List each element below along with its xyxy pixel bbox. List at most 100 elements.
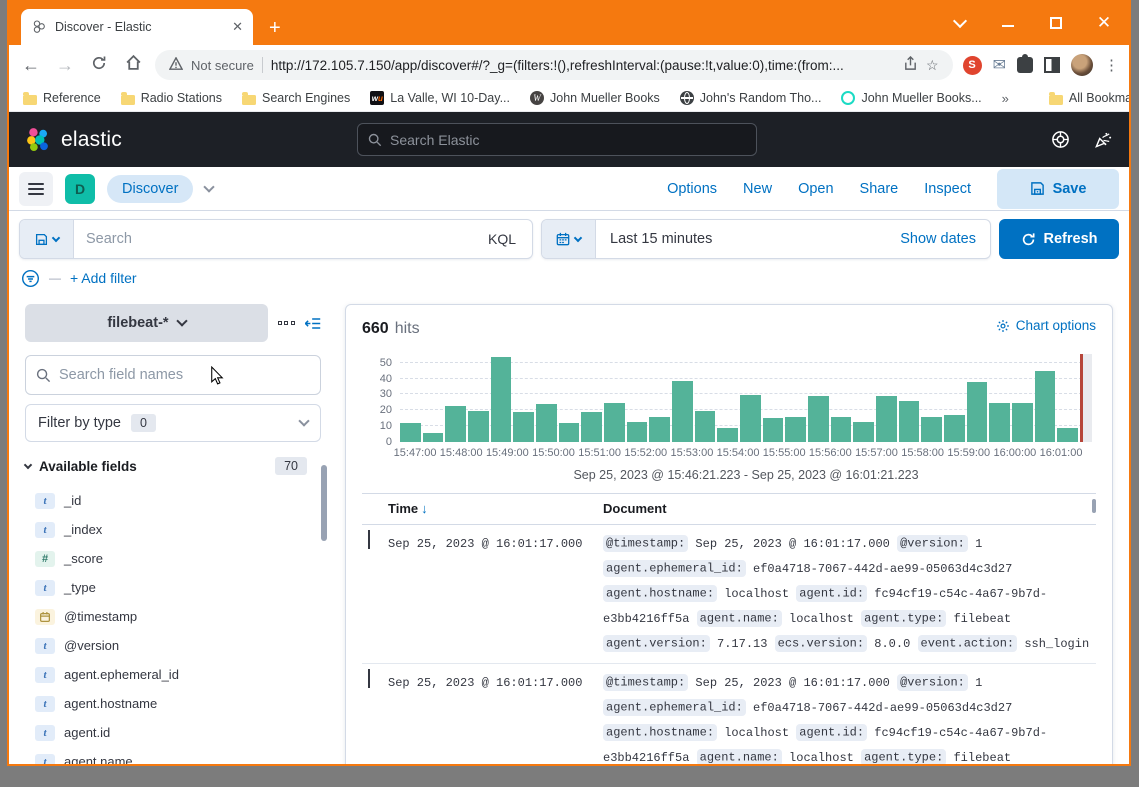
sidebar-scrollbar[interactable] [321,465,327,541]
bookmark-item[interactable]: John's Random Tho... [680,91,822,105]
extension-s-icon[interactable]: S [963,56,982,75]
new-tab-button[interactable]: + [269,18,281,38]
table-scrollbar[interactable] [1092,499,1096,513]
tab-close-icon[interactable]: ✕ [232,19,243,35]
bookmark-star-icon[interactable]: ☆ [926,57,939,74]
nav-link-share[interactable]: Share [860,181,899,197]
reload-icon[interactable] [87,55,111,76]
available-fields-header[interactable]: Available fields 70 [25,457,321,475]
bookmark-item[interactable]: Reference [23,91,101,105]
show-dates-button[interactable]: Show dates [886,220,990,258]
share-icon[interactable] [903,56,918,74]
breadcrumb[interactable]: Discover [107,175,193,203]
doc-field-name: @timestamp: [603,535,688,552]
minimize-icon[interactable] [1002,19,1014,27]
url-bar[interactable]: Not secure http://172.105.7.150/app/disc… [155,50,953,80]
search-input[interactable] [74,220,472,258]
field-type-string-icon: t [35,638,55,654]
index-pattern-label: filebeat-* [107,315,168,331]
bookmark-item[interactable]: John Mueller Books... [841,91,981,105]
extensions-puzzle-icon[interactable] [1017,57,1033,73]
close-icon[interactable]: ✕ [1097,16,1111,30]
godaddy-icon [841,91,855,105]
field-item[interactable]: tagent.id [25,718,321,747]
doc-field-value: localhost [724,587,789,601]
browser-tab[interactable]: Discover - Elastic ✕ [21,9,253,45]
bookmark-item[interactable]: WJohn Mueller Books [530,91,660,105]
bookmarks-overflow-icon[interactable]: » [1002,91,1009,106]
search-icon [36,368,51,383]
bookmark-item[interactable]: Search Engines [242,91,350,105]
table-row[interactable]: Sep 25, 2023 @ 16:01:17.000@timestamp: S… [362,525,1096,664]
help-life-ring-icon[interactable] [1051,130,1070,149]
field-settings-icon[interactable] [278,321,295,325]
time-range-value[interactable]: Last 15 minutes [596,220,886,258]
nav-link-new[interactable]: New [743,181,772,197]
table-row[interactable]: Sep 25, 2023 @ 16:01:17.000@timestamp: S… [362,664,1096,767]
expand-row-icon[interactable] [368,669,370,688]
histogram-bar [921,417,942,442]
field-search-box[interactable] [25,355,321,395]
histogram-bar [967,382,988,442]
add-filter-button[interactable]: + Add filter [70,270,137,286]
browser-menu-icon[interactable]: ⋮ [1104,56,1119,74]
date-quick-select-button[interactable] [542,220,596,258]
field-item[interactable]: tagent.name [25,747,321,766]
elastic-search-input[interactable] [390,132,746,148]
not-secure-warning-icon [169,57,183,73]
x-tick-label: 15:51:00 [577,447,623,459]
nav-link-inspect[interactable]: Inspect [924,181,971,197]
chevron-down-icon[interactable] [204,181,215,192]
bookmark-item[interactable]: Radio Stations [121,91,222,105]
expand-row-icon[interactable] [368,530,370,549]
nav-link-options[interactable]: Options [667,181,717,197]
field-item[interactable]: @timestamp [25,602,321,631]
maximize-icon[interactable] [1050,17,1062,29]
menu-hamburger-icon[interactable] [19,172,53,206]
field-item[interactable]: tagent.hostname [25,689,321,718]
field-item[interactable]: t @version [25,631,321,660]
filter-icon[interactable] [21,269,40,288]
field-item[interactable]: t_type [25,573,321,602]
sidepanel-icon[interactable] [1044,57,1060,73]
y-tick-label: 10 [380,420,392,432]
wu-icon: wu [370,91,384,105]
filter-by-type-dropdown[interactable]: Filter by type 0 [25,404,321,442]
time-column-header[interactable]: Time↓ [388,501,603,516]
profile-avatar[interactable] [1071,54,1093,76]
field-name: @version [64,638,119,653]
elastic-brand[interactable]: elastic [25,126,122,153]
query-language-button[interactable]: KQL [472,220,532,258]
nav-link-open[interactable]: Open [798,181,833,197]
folder-icon [1049,95,1063,105]
save-button[interactable]: Save [997,169,1119,209]
forward-icon[interactable]: → [53,55,77,76]
bookmark-item[interactable]: wuLa Valle, WI 10-Day... [370,91,510,105]
field-item[interactable]: t_id [25,486,321,515]
doc-field-value: 1 [975,676,982,690]
save-label: Save [1053,181,1087,197]
x-tick-label: 15:49:00 [484,447,530,459]
saved-query-button[interactable] [20,220,74,258]
field-item[interactable]: #_score [25,544,321,573]
bookmark-label: John Mueller Books [550,91,660,105]
elastic-search-box[interactable] [357,123,757,156]
extension-mail-icon[interactable]: ✉ [993,55,1006,75]
histogram-bar [400,423,421,442]
histogram-bars[interactable] [400,354,1092,442]
all-bookmarks-button[interactable]: All Bookmarks [1049,91,1131,105]
field-item[interactable]: tagent.ephemeral_id [25,660,321,689]
x-tick-label: 15:47:00 [392,447,438,459]
field-search-input[interactable] [59,367,310,383]
news-party-popper-icon[interactable] [1094,130,1113,149]
field-item[interactable]: t_index [25,515,321,544]
home-icon[interactable] [121,54,145,76]
chart-options-button[interactable]: Chart options [996,318,1096,333]
refresh-button[interactable]: Refresh [999,219,1119,259]
back-icon[interactable]: ← [19,55,43,76]
index-pattern-selector[interactable]: filebeat-* [25,304,268,342]
collapse-sidebar-icon[interactable] [305,316,321,331]
window-menu-icon[interactable] [953,13,967,27]
space-badge[interactable]: D [65,174,95,204]
histogram-plot[interactable]: 01020304050 [400,354,1092,442]
